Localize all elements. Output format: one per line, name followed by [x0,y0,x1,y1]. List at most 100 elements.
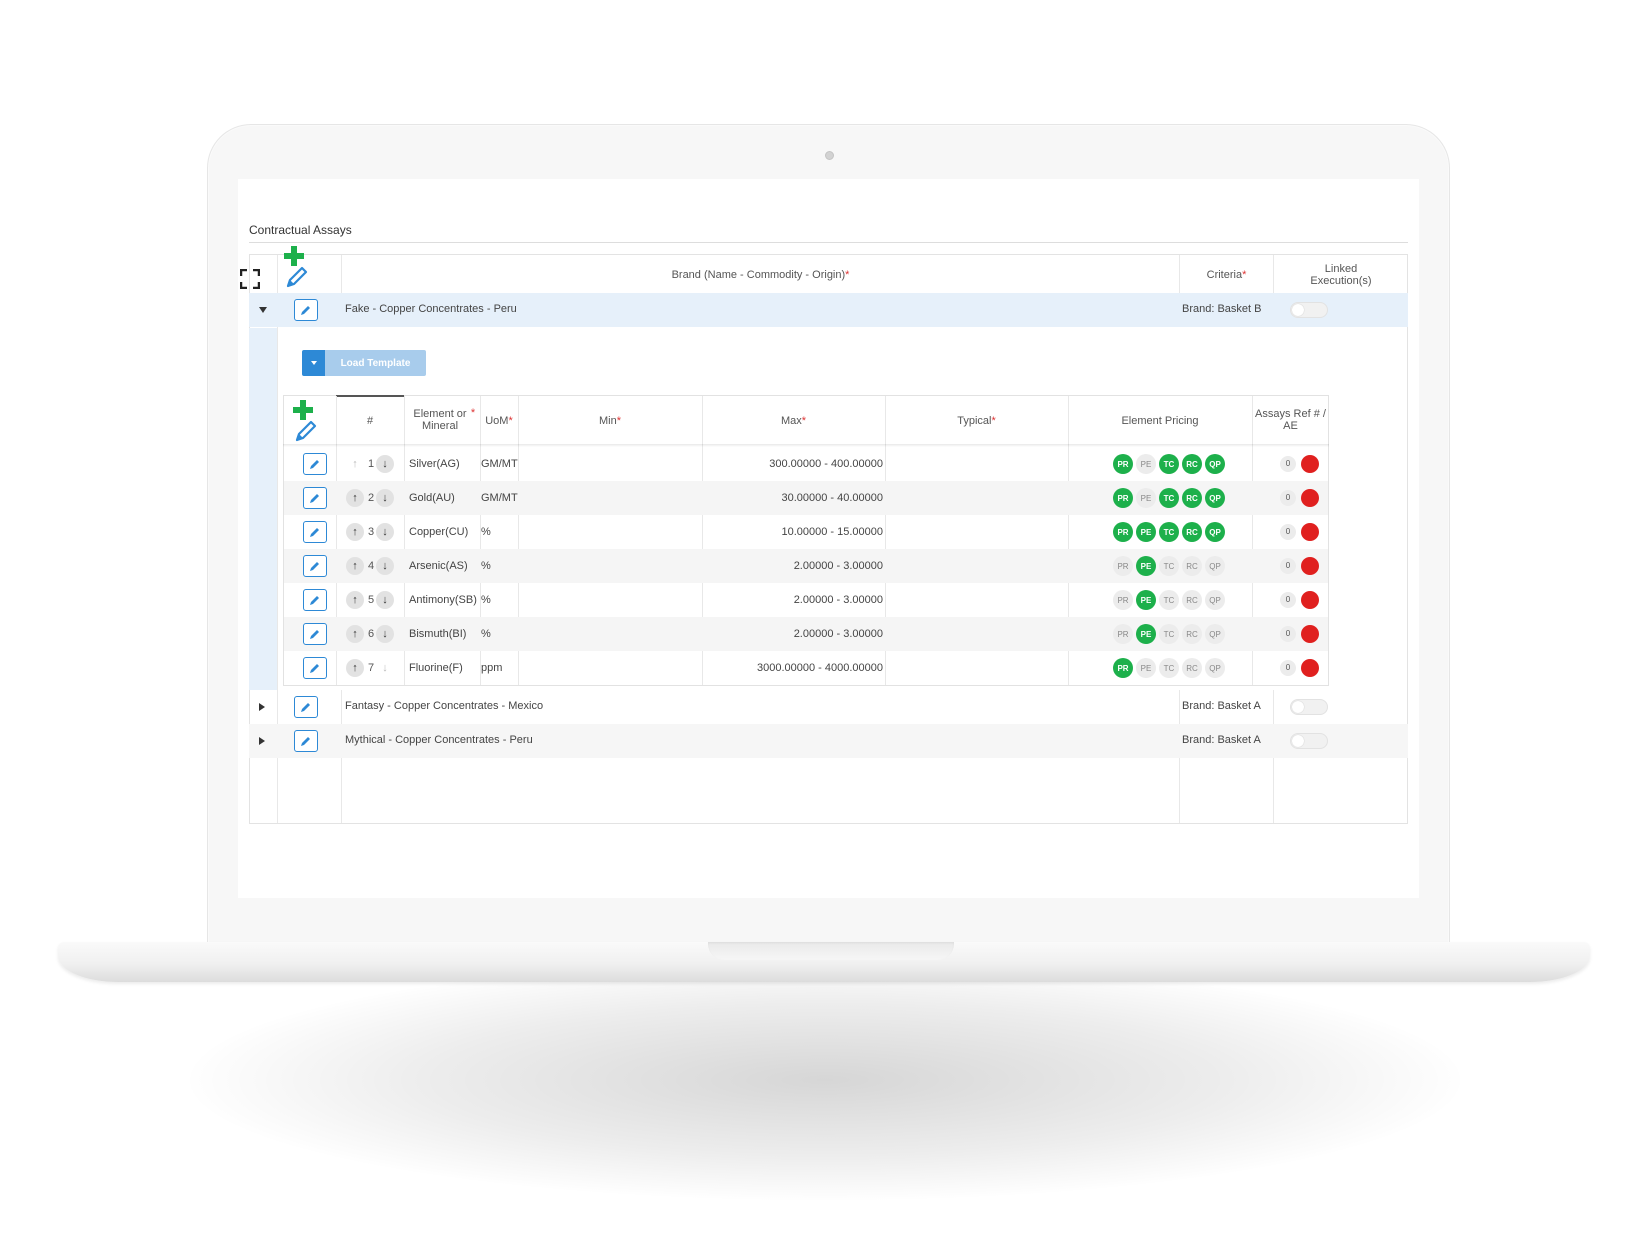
add-element-icon[interactable] [291,400,317,449]
pricing-badge-pr[interactable]: PR [1113,590,1133,610]
min-value[interactable] [518,549,702,583]
pricing-badge-rc[interactable]: RC [1182,522,1202,542]
pricing-badge-rc[interactable]: RC [1182,556,1202,576]
element-row[interactable]: ↑ 6 ↓ Bismuth(BI)% 2.00000 - 3.00000 PR PE TC RC… [284,617,1328,651]
element-row[interactable]: ↑ 1 ↓ Silver(AG) GM/MT 300.00000 - 400.00000 P… [284,447,1328,481]
status-dot[interactable] [1301,557,1319,575]
typical-value[interactable] [885,447,1068,481]
edit-element-button[interactable] [303,453,327,475]
status-dot[interactable] [1301,625,1319,643]
master-row[interactable]: Mythical - Copper Concentrates - Peru Br… [249,724,1408,758]
edit-element-button[interactable] [303,657,327,679]
caret-right-icon[interactable] [259,737,265,745]
pricing-badge-qp[interactable]: QP [1205,590,1225,610]
linked-toggle[interactable] [1290,302,1328,318]
pricing-badge-pr[interactable]: PR [1113,658,1133,678]
arrow-down-icon[interactable]: ↓ [376,557,394,575]
pricing-badge-pe[interactable]: PE [1136,624,1156,644]
status-dot[interactable] [1301,591,1319,609]
pricing-badge-qp[interactable]: QP [1205,454,1225,474]
edit-button[interactable] [294,730,318,752]
arrow-down-icon[interactable]: ↓ [376,625,394,643]
typical-column-header[interactable]: Typical* [885,415,1068,427]
pricing-badge-qp[interactable]: QP [1205,624,1225,644]
min-value[interactable] [518,515,702,549]
arrow-up-icon[interactable]: ↑ [346,523,364,541]
element-row[interactable]: ↑ 7 ↓ Fluorine(F) ppm 3000.00000 - 4000.00000… [284,651,1328,685]
pricing-badge-tc[interactable]: TC [1159,658,1179,678]
add-edit-icon[interactable] [282,246,308,295]
edit-button[interactable] [294,299,318,321]
linked-column-header[interactable]: Linked Execution(s) [1274,263,1408,287]
arrow-down-icon[interactable]: ↓ [376,591,394,609]
pricing-badge-rc[interactable]: RC [1182,658,1202,678]
max-value[interactable]: 2.00000 - 3.00000 [702,549,883,583]
edit-element-button[interactable] [303,487,327,509]
min-value[interactable] [518,651,702,685]
status-dot[interactable] [1301,659,1319,677]
assays-column-header[interactable]: Assays Ref # / AE [1252,408,1329,432]
pricing-badge-qp[interactable]: QP [1205,658,1225,678]
max-value[interactable]: 2.00000 - 3.00000 [702,617,883,651]
pricing-column-header[interactable]: Element Pricing [1068,415,1252,427]
pricing-badge-pe[interactable]: PE [1136,522,1156,542]
typical-value[interactable] [885,515,1068,549]
pricing-badge-qp[interactable]: QP [1205,522,1225,542]
max-value[interactable]: 2.00000 - 3.00000 [702,583,883,617]
pricing-badge-tc[interactable]: TC [1159,624,1179,644]
min-value[interactable] [518,617,702,651]
arrow-up-icon[interactable]: ↑ [346,455,364,473]
pricing-badge-pe[interactable]: PE [1136,556,1156,576]
pricing-badge-rc[interactable]: RC [1182,454,1202,474]
max-value[interactable]: 300.00000 - 400.00000 [702,447,883,481]
typical-value[interactable] [885,481,1068,515]
max-value[interactable]: 3000.00000 - 4000.00000 [702,651,883,685]
pricing-badge-tc[interactable]: TC [1159,488,1179,508]
pricing-badge-pr[interactable]: PR [1113,522,1133,542]
linked-toggle[interactable] [1290,699,1328,715]
typical-value[interactable] [885,583,1068,617]
pricing-badge-tc[interactable]: TC [1159,454,1179,474]
arrow-up-icon[interactable]: ↑ [346,489,364,507]
max-value[interactable]: 30.00000 - 40.00000 [702,481,883,515]
element-row[interactable]: ↑ 2 ↓ Gold(AU) GM/MT 30.00000 - 40.00000 PR PE T… [284,481,1328,515]
uom-column-header[interactable]: UoM* [480,415,518,427]
pricing-badge-pr[interactable]: PR [1113,624,1133,644]
edit-button[interactable] [294,696,318,718]
pricing-badge-pe[interactable]: PE [1136,590,1156,610]
pricing-badge-pe[interactable]: PE [1136,488,1156,508]
master-row[interactable]: Fake - Copper Concentrates - Peru Brand:… [249,293,1408,327]
pricing-badge-rc[interactable]: RC [1182,488,1202,508]
status-dot[interactable] [1301,489,1319,507]
max-value[interactable]: 10.00000 - 15.00000 [702,515,883,549]
pricing-badge-pe[interactable]: PE [1136,454,1156,474]
min-value[interactable] [518,481,702,515]
linked-toggle[interactable] [1290,733,1328,749]
criteria-column-header[interactable]: Criteria* [1180,269,1273,281]
typical-value[interactable] [885,549,1068,583]
arrow-down-icon[interactable]: ↓ [376,523,394,541]
pricing-badge-rc[interactable]: RC [1182,590,1202,610]
status-dot[interactable] [1301,523,1319,541]
min-column-header[interactable]: Min* [518,415,702,427]
element-row[interactable]: ↑ 5 ↓ Antimony(SB)% 2.00000 - 3.00000 PR PE TC R… [284,583,1328,617]
arrow-down-icon[interactable]: ↓ [376,489,394,507]
master-row[interactable]: Fantasy - Copper Concentrates - Mexico B… [249,690,1408,724]
element-row[interactable]: ↑ 3 ↓ Copper(CU)% 10.00000 - 15.00000 PR PE TC R… [284,515,1328,549]
arrow-down-icon[interactable]: ↓ [376,455,394,473]
element-row[interactable]: ↑ 4 ↓ Arsenic(AS)% 2.00000 - 3.00000 PR PE TC RC… [284,549,1328,583]
pricing-badge-pr[interactable]: PR [1113,556,1133,576]
num-column-header[interactable]: # [336,415,404,427]
typical-value[interactable] [885,617,1068,651]
max-column-header[interactable]: Max* [702,415,885,427]
edit-element-button[interactable] [303,521,327,543]
arrow-up-icon[interactable]: ↑ [346,659,364,677]
arrow-down-icon[interactable]: ↓ [376,659,394,677]
arrow-up-icon[interactable]: ↑ [346,557,364,575]
pricing-badge-pr[interactable]: PR [1113,488,1133,508]
pricing-badge-pe[interactable]: PE [1136,658,1156,678]
pricing-badge-qp[interactable]: QP [1205,556,1225,576]
edit-element-button[interactable] [303,589,327,611]
edit-element-button[interactable] [303,623,327,645]
brand-column-header[interactable]: Brand (Name - Commodity - Origin)* [342,269,1179,281]
